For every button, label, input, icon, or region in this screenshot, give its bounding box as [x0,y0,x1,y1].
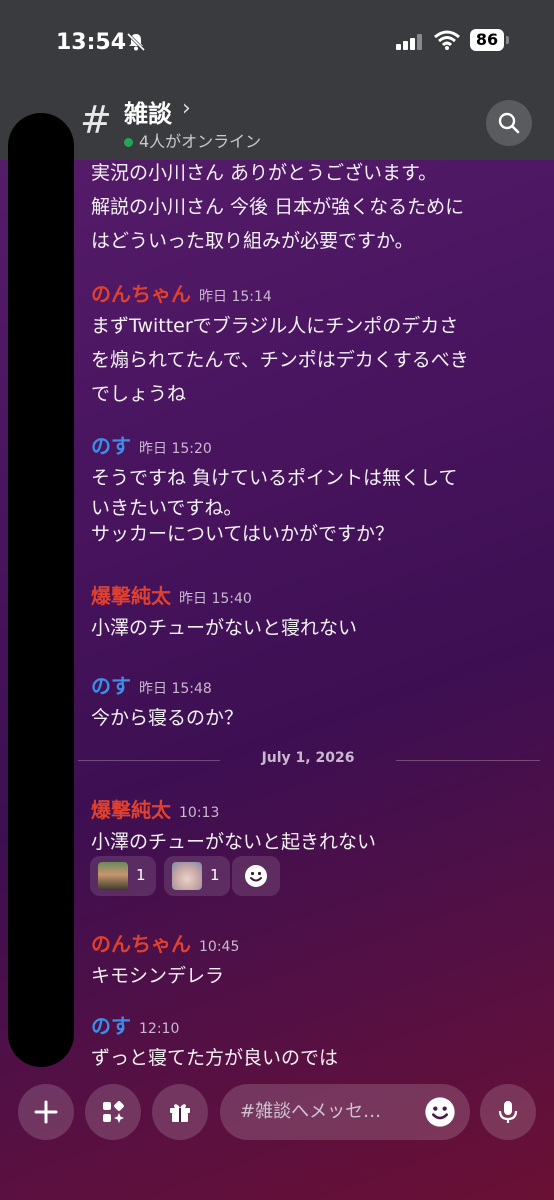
apps-button[interactable] [85,1084,141,1140]
message-author[interactable]: のんちゃん [91,932,191,956]
message-time: 昨日 15:14 [199,289,272,305]
message-author[interactable]: のす [91,1014,131,1038]
gift-icon [170,1104,190,1122]
message-author[interactable]: 爆撃純太 [91,584,171,608]
message-input[interactable] [238,1100,422,1123]
message-line: 解説の小川さん 今後 日本が強くなるために [91,196,465,218]
microphone-icon [498,1101,518,1123]
message-time: 昨日 15:20 [139,441,212,457]
date-divider: July 1, 2026 [78,750,540,770]
hash-icon: # [80,98,112,142]
message-author[interactable]: のす [91,434,131,458]
message-line: サッカーについてはいかがですか？ [91,523,395,545]
message-line: いきたいですね。 [91,497,243,519]
smiley-icon [245,865,267,887]
status-bar: 13:54 86 [0,0,554,92]
message-author[interactable]: のんちゃん [91,282,191,306]
divider-line [78,760,220,761]
add-reaction-button[interactable] [232,856,280,896]
chevron-right-icon[interactable]: › [182,96,191,121]
message: 爆撃純太 10:13 小澤のチューがないと起きれない [91,794,541,859]
message-time: 12:10 [139,1021,180,1037]
online-dot-icon [124,138,133,147]
message: のんちゃん 10:45 キモシンデレラ [91,928,541,993]
message-time: 10:13 [179,805,220,821]
message-line: 小澤のチューがないと寝れない [91,617,358,639]
reaction-chip[interactable]: 1 [90,856,156,896]
add-attachment-button[interactable] [18,1084,74,1140]
apps-icon [103,1101,124,1123]
message-line: 小澤のチューがないと起きれない [91,831,377,853]
message: のす 12:10 ずっと寝てた方が良いのでは [91,1010,541,1075]
message-text: 小澤のチューがないと寝れない [91,611,541,645]
redaction-mark [8,113,74,1067]
message-line: を煽られてたんで、チンポはデカくするべき [91,349,469,371]
message-line: キモシンデレラ [91,965,225,987]
message-time: 10:45 [199,939,240,955]
reaction-emoji-photo [98,862,128,890]
divider-line [396,760,540,761]
message: のす 昨日 15:20 そうですね 負けているポイントは無くして いきたいですね。… [91,430,541,547]
message-line: はどういった取り組みが必要ですか。 [91,230,414,252]
message-text: 実況の小川さん ありがとうございます。 解説の小川さん 今後 日本が強くなるため… [91,160,541,258]
message-text: 小澤のチューがないと起きれない [91,825,541,859]
search-button[interactable] [486,100,532,146]
message-input-box[interactable] [220,1084,470,1140]
message-text: そうですね 負けているポイントは無くして いきたいですね。 サッカーについてはい… [91,461,541,547]
voice-message-button[interactable] [480,1084,536,1140]
message-line: まずTwitterでブラジル人にチンポのデカさ [91,315,459,337]
channel-header: ‹ # 雑談 › 4人がオンライン [0,92,554,160]
message: 爆撃純太 昨日 15:40 小澤のチューがないと寝れない [91,580,541,645]
message: 実況の小川さん ありがとうございます。 解説の小川さん 今後 日本が強くなるため… [91,160,541,258]
reaction-count: 1 [210,866,220,884]
message-line: 実況の小川さん ありがとうございます。 [91,162,438,184]
message-line: そうですね 負けているポイントは無くして [91,467,458,489]
message-text: 今から寝るのか？ [91,701,541,735]
emoji-icon[interactable] [424,1096,456,1128]
message-text: まずTwitterでブラジル人にチンポのデカさ を煽られてたんで、チンポはデカく… [91,309,541,411]
reaction-emoji-photo [172,862,202,890]
battery-indicator: 86 [470,29,504,51]
online-status: 4人がオンライン [124,128,261,152]
message-author[interactable]: のす [91,674,131,698]
plus-icon [34,1100,58,1124]
bell-muted-icon [126,32,146,52]
divider-date: July 1, 2026 [261,750,355,766]
gift-button[interactable] [152,1084,208,1140]
message: のす 昨日 15:48 今から寝るのか？ [91,670,541,735]
reaction-count: 1 [136,866,146,884]
message-line: ずっと寝てた方が良いのでは [91,1047,339,1069]
online-count: 4人がオンライン [139,132,262,151]
search-icon [498,112,520,134]
message-line: 今から寝るのか？ [91,707,244,729]
signal-icon [396,34,422,50]
status-time: 13:54 [56,30,127,55]
message: のんちゃん 昨日 15:14 まずTwitterでブラジル人にチンポのデカさ を煽… [91,278,541,411]
message-composer [0,1074,554,1200]
message-time: 昨日 15:40 [179,591,252,607]
message-text: キモシンデレラ [91,959,541,993]
message-text: ずっと寝てた方が良いのでは [91,1041,541,1075]
battery-nub [506,36,509,44]
message-feed[interactable]: 実況の小川さん ありがとうございます。 解説の小川さん 今後 日本が強くなるため… [0,160,554,1080]
message-time: 昨日 15:48 [139,681,212,697]
message-author[interactable]: 爆撃純太 [91,798,171,822]
message-line: でしょうね [91,383,187,405]
channel-title[interactable]: 雑談 [124,94,172,129]
wifi-icon [434,30,460,50]
reaction-chip[interactable]: 1 [164,856,230,896]
